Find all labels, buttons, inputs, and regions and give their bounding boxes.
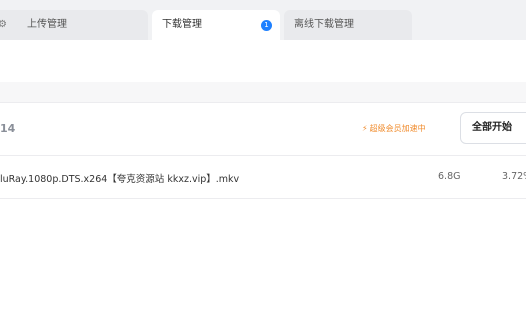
tab-label: 下载管理	[162, 19, 202, 30]
file-progress: 3.72%	[502, 171, 526, 182]
divider	[0, 198, 526, 199]
gear-icon: ⚙	[0, 19, 7, 30]
notification-badge: 1	[261, 20, 272, 31]
tab-upload[interactable]: ⚙ 上传管理	[0, 10, 148, 40]
accel-label: 超级会员加速中	[369, 124, 426, 133]
start-all-button[interactable]: 全部开始	[460, 112, 526, 144]
tab-label: 上传管理	[27, 19, 67, 30]
file-size: 6.8G	[438, 171, 461, 182]
accel-status: ⚡ 超级会员加速中	[362, 123, 426, 134]
file-name: luRay.1080p.DTS.x264【夸克资源站 kkxz.vip】.mkv	[0, 174, 240, 185]
tab-offline-download[interactable]: 离线下载管理	[284, 10, 412, 40]
tab-download[interactable]: 下载管理 1	[152, 10, 280, 40]
download-count: 14	[0, 122, 16, 135]
bolt-icon: ⚡	[362, 124, 368, 133]
tab-label: 离线下载管理	[294, 19, 354, 30]
download-header: 14 ⚡ 超级会员加速中 全部开始	[0, 103, 526, 155]
toolbar-strip	[0, 82, 526, 102]
tab-bar: ⚙ 上传管理 下载管理 1 离线下载管理	[0, 0, 526, 40]
file-row[interactable]: luRay.1080p.DTS.x264【夸克资源站 kkxz.vip】.mkv…	[0, 156, 526, 198]
